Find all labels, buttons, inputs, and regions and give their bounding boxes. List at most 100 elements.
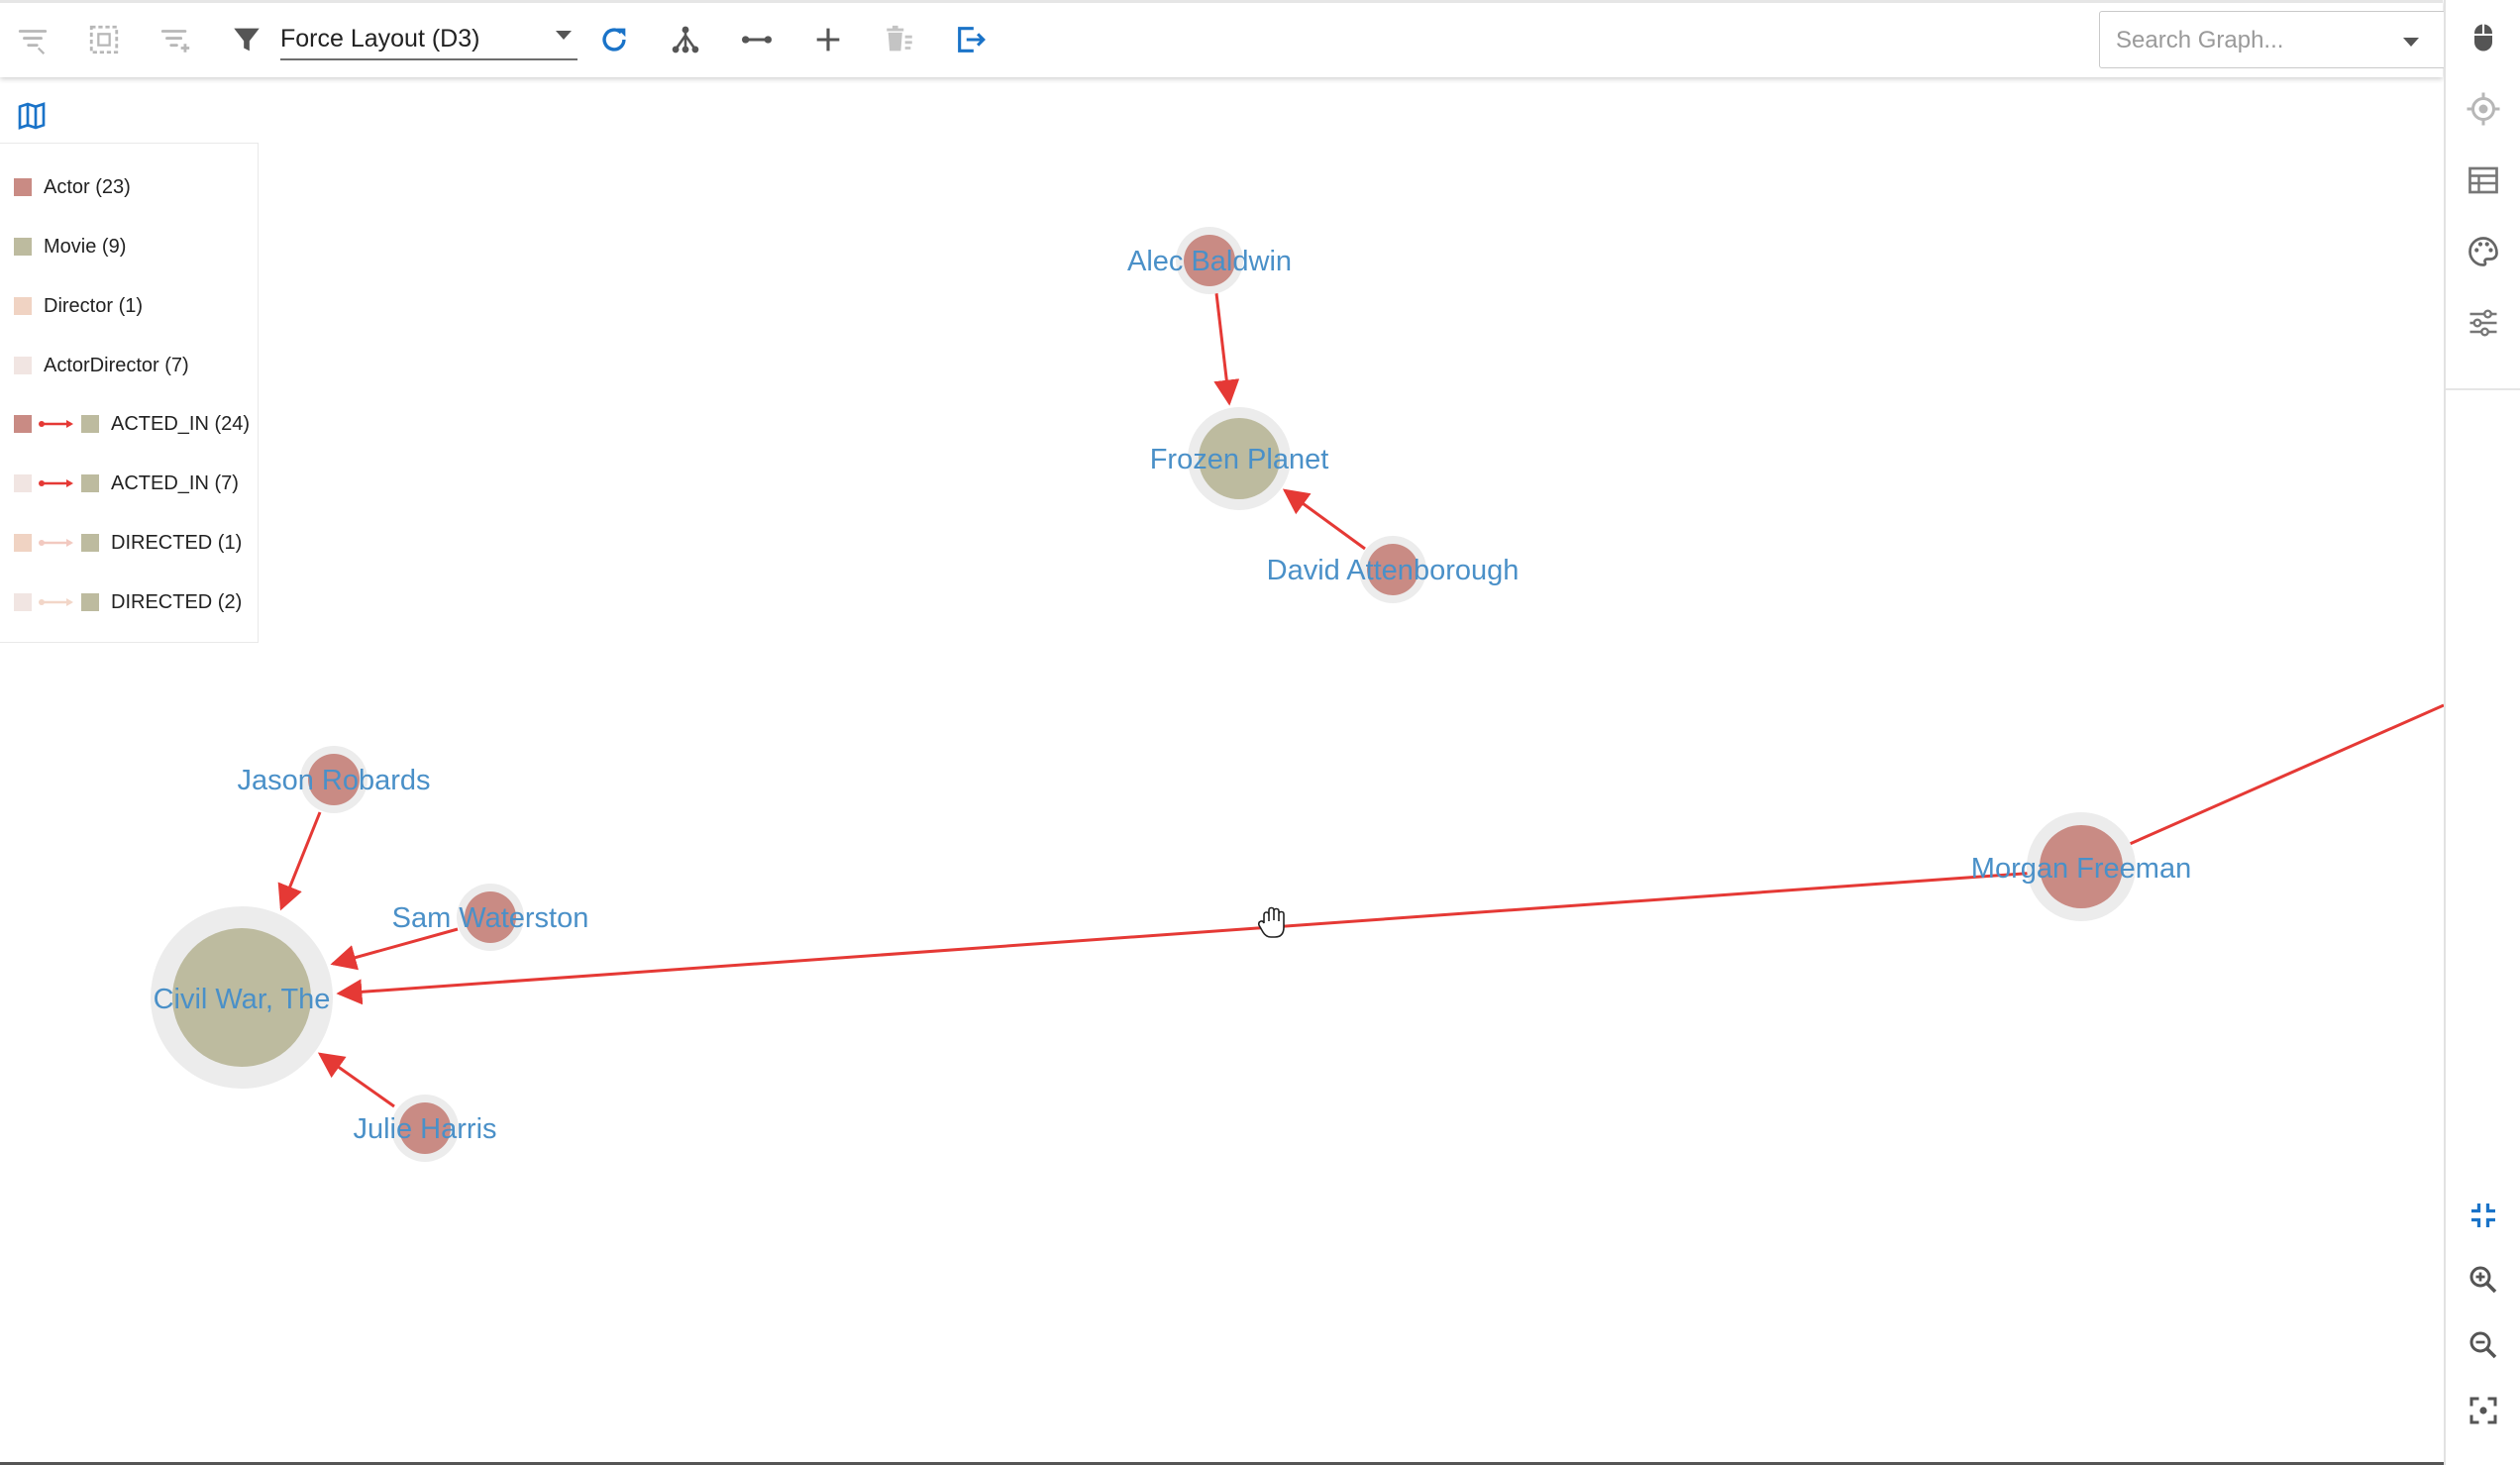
table-view-button[interactable]: [2460, 157, 2507, 204]
grab-cursor-icon: [1257, 906, 1285, 938]
search-input[interactable]: [2114, 24, 2395, 57]
edge-sam-civil[interactable]: [330, 927, 459, 971]
chevron-down-icon[interactable]: [2403, 38, 2419, 47]
zoom-in-button[interactable]: [2460, 1256, 2507, 1304]
mouse-icon: [2474, 24, 2492, 52]
zoom-out-icon: [2469, 1331, 2497, 1359]
edge-jason-civil[interactable]: [277, 811, 322, 911]
filter-list-icon: [18, 30, 48, 54]
legend-item-directed-director[interactable]: DIRECTED (1): [14, 528, 242, 558]
legend-item-directed-actordirector[interactable]: DIRECTED (2): [14, 587, 242, 617]
expand-horizontal-icon: [741, 36, 773, 44]
mouse-mode-button[interactable]: [2460, 14, 2507, 61]
hierarchy-layout-button[interactable]: [663, 17, 708, 62]
edge-julie-civil[interactable]: [317, 1052, 395, 1108]
palette-button[interactable]: [2460, 228, 2507, 275]
graph-canvas[interactable]: Alec Baldwin Frozen Planet David Attenbo…: [0, 74, 2444, 1465]
legend-swatch: [14, 357, 32, 374]
table-icon: [2468, 166, 2498, 194]
target-icon: [2467, 92, 2500, 126]
export-icon: [958, 27, 986, 52]
edge-alec-frozen[interactable]: [1213, 292, 1240, 406]
legend-swatch-from: [14, 474, 32, 492]
legend-label: ACTED_IN (24): [111, 412, 251, 435]
layout-select-value: Force Layout (D3): [280, 24, 480, 52]
node-label: David Attenborough: [1267, 555, 1520, 586]
delete-button[interactable]: [877, 17, 922, 62]
fit-to-screen-button[interactable]: [2460, 1192, 2507, 1239]
filter-add-icon: [160, 30, 190, 52]
legend-item-actor[interactable]: Actor (23): [14, 172, 131, 202]
hierarchy-icon: [672, 26, 699, 53]
funnel-icon: [234, 28, 260, 52]
node-alec-baldwin[interactable]: Alec Baldwin: [1127, 227, 1292, 294]
edge-arrow-icon: [39, 539, 73, 547]
legend-swatch-to: [81, 474, 99, 492]
edge-morgan-offscreen[interactable]: [2129, 703, 2444, 846]
node-jason-robards[interactable]: Jason Robards: [237, 746, 431, 813]
legend-item-acted-in-actordirector[interactable]: ACTED_IN (7): [14, 469, 239, 498]
legend-toggle-button[interactable]: [12, 96, 52, 136]
node-label: Julie Harris: [353, 1113, 496, 1145]
sliders-icon: [2469, 309, 2497, 337]
legend-label: ActorDirector (7): [44, 354, 189, 376]
legend-label: Actor (23): [44, 175, 131, 198]
node-david-attenborough[interactable]: David Attenborough: [1267, 536, 1520, 603]
legend-item-actordirector[interactable]: ActorDirector (7): [14, 351, 189, 380]
edge-arrow-icon: [39, 479, 73, 487]
edges: [277, 292, 2444, 1108]
legend-label: DIRECTED (2): [111, 590, 243, 613]
filter-list-button[interactable]: [10, 17, 55, 62]
legend-swatch: [14, 238, 32, 256]
node-label: Alec Baldwin: [1127, 246, 1292, 277]
legend-item-director[interactable]: Director (1): [14, 291, 143, 321]
legend-label: ACTED_IN (7): [111, 471, 239, 494]
expand-horizontal-button[interactable]: [734, 17, 780, 62]
settings-sliders-button[interactable]: [2460, 299, 2507, 347]
layout-select[interactable]: Force Layout (D3): [280, 19, 578, 60]
rail-divider: [2446, 388, 2520, 390]
map-icon: [18, 102, 46, 130]
export-button[interactable]: [948, 17, 994, 62]
chevron-down-icon: [556, 31, 572, 40]
legend-item-movie[interactable]: Movie (9): [14, 232, 126, 262]
filter-add-button[interactable]: [153, 17, 198, 62]
legend-swatch-from: [14, 534, 32, 552]
toolbar: Force Layout (D3): [0, 0, 2446, 77]
node-julie-harris[interactable]: Julie Harris: [353, 1095, 497, 1162]
palette-icon: [2468, 237, 2498, 266]
target-button[interactable]: [2460, 85, 2507, 133]
legend-label: Movie (9): [44, 235, 127, 258]
search-graph-box[interactable]: [2099, 11, 2446, 68]
legend-swatch-to: [81, 593, 99, 611]
legend-swatch: [14, 297, 32, 315]
select-box-button[interactable]: [81, 17, 127, 62]
add-button[interactable]: [805, 17, 851, 62]
center-focus-icon: [2469, 1397, 2497, 1424]
node-label: Frozen Planet: [1150, 444, 1329, 475]
center-focus-button[interactable]: [2460, 1387, 2507, 1434]
zoom-in-icon: [2469, 1266, 2497, 1294]
refresh-icon: [602, 28, 626, 52]
edge-david-frozen[interactable]: [1282, 488, 1366, 551]
legend-item-acted-in-actor[interactable]: ACTED_IN (24): [14, 409, 250, 439]
node-morgan-freeman[interactable]: Morgan Freeman: [1971, 812, 2191, 921]
node-label: Sam Waterston: [392, 902, 589, 934]
legend-label: Director (1): [44, 294, 144, 317]
legend-swatch-to: [81, 415, 99, 433]
funnel-filter-button[interactable]: [224, 17, 269, 62]
add-icon: [816, 28, 840, 52]
graph-svg[interactable]: Alec Baldwin Frozen Planet David Attenbo…: [0, 0, 2444, 1465]
zoom-out-button[interactable]: [2460, 1321, 2507, 1369]
legend-swatch-from: [14, 415, 32, 433]
node-civil-war[interactable]: Civil War, The: [151, 906, 333, 1089]
node-frozen-planet[interactable]: Frozen Planet: [1150, 407, 1329, 510]
refresh-button[interactable]: [591, 17, 637, 62]
legend-swatch-from: [14, 593, 32, 611]
legend-panel: Actor (23) Movie (9) Director (1) ActorD…: [0, 143, 259, 643]
node-sam-waterston[interactable]: Sam Waterston: [392, 884, 589, 951]
edge-arrow-icon: [39, 420, 73, 428]
edge-morgan-civil[interactable]: [336, 871, 2038, 1005]
node-label: Jason Robards: [237, 765, 430, 796]
delete-icon: [887, 25, 912, 52]
